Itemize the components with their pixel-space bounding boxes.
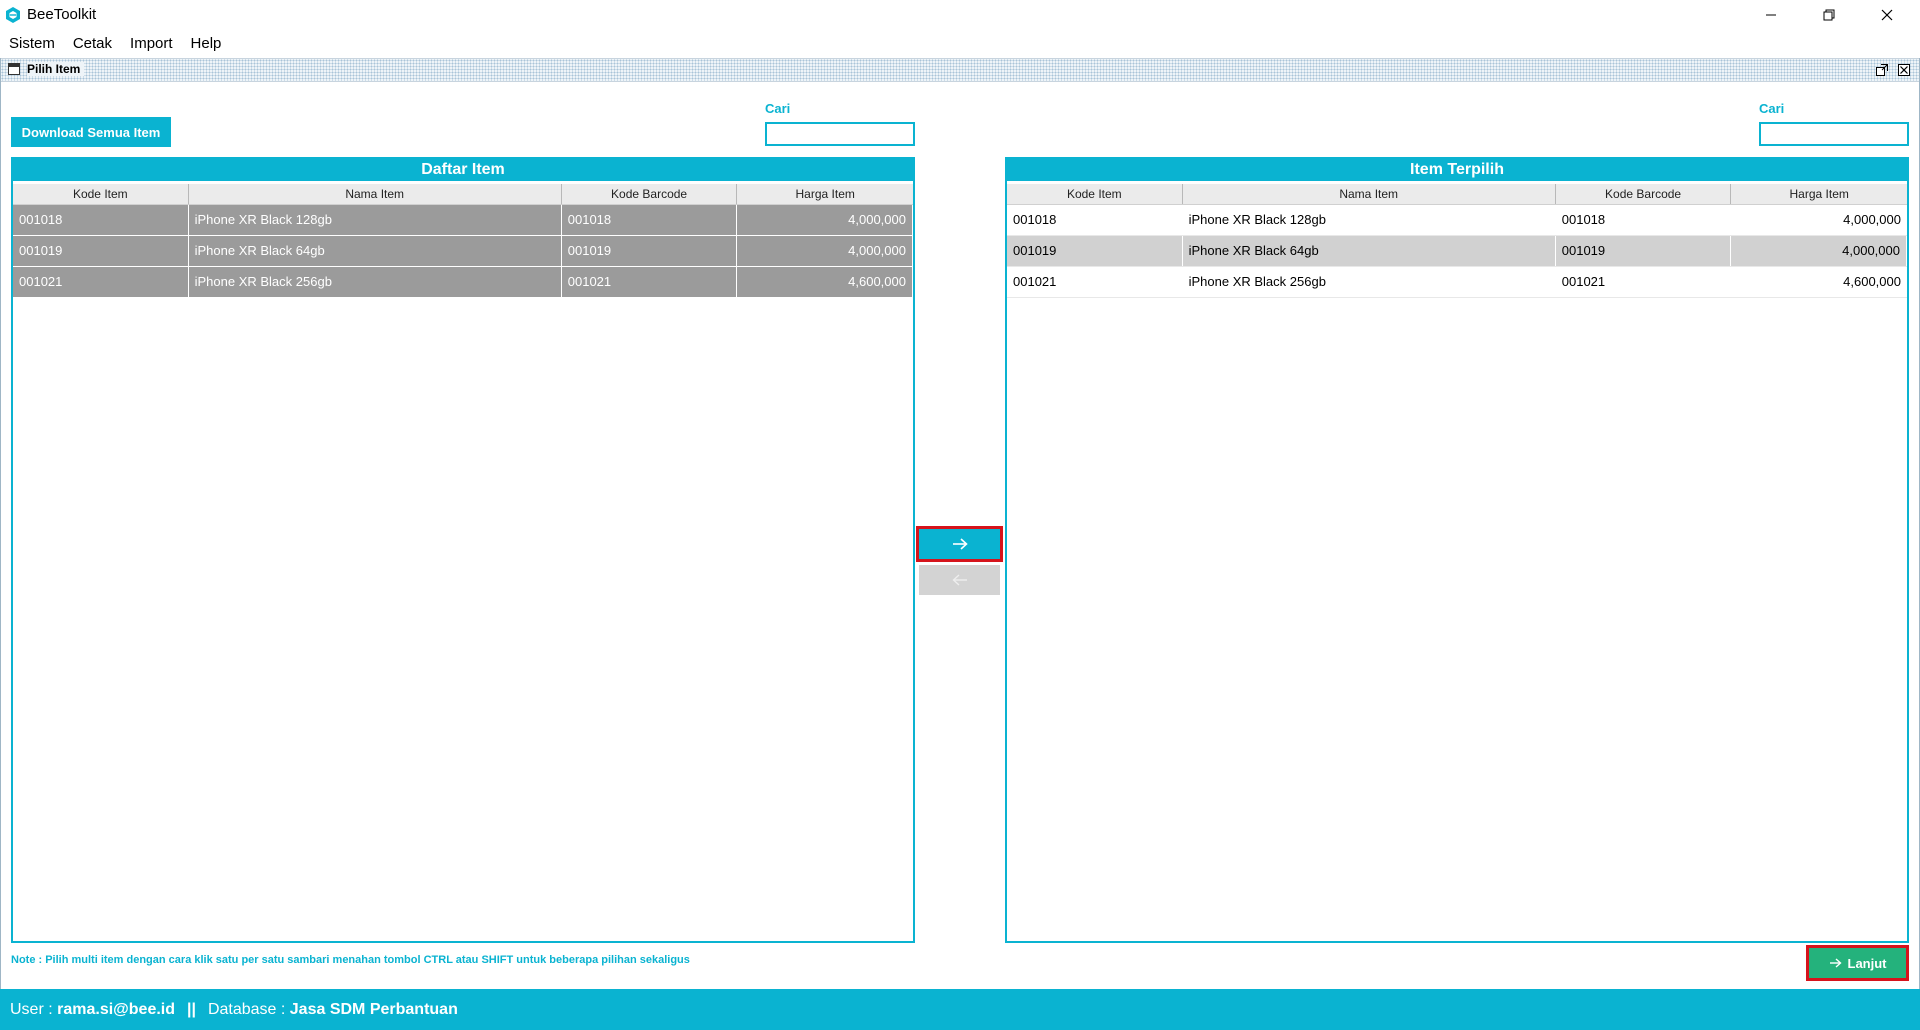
search-left-input[interactable]: [765, 122, 915, 146]
cell-harga: 4,000,000: [1731, 236, 1907, 266]
col-kode-barcode[interactable]: Kode Barcode: [1556, 184, 1732, 204]
cell-nama: iPhone XR Black 64gb: [1183, 236, 1556, 266]
cell-barcode: 001018: [1561, 212, 1606, 227]
menu-cetak[interactable]: Cetak: [64, 35, 121, 52]
daftar-item-panel: Daftar Item Kode Item Nama Item Kode Bar…: [11, 157, 915, 943]
add-selected-button[interactable]: [916, 526, 1003, 562]
close-button[interactable]: [1859, 0, 1915, 30]
menu-bar: Sistem Cetak Import Help: [0, 30, 1920, 57]
cell-harga: 4,000,000: [737, 205, 913, 235]
daftar-item-header: Kode Item Nama Item Kode Barcode Harga I…: [13, 184, 913, 205]
cell-kode: 001018: [1013, 212, 1057, 227]
search-right-input[interactable]: [1759, 122, 1909, 146]
multi-select-note: Note : Pilih multi item dengan cara klik…: [11, 954, 690, 966]
table-row[interactable]: 001018 iPhone XR Black 128gb 001018 4,00…: [13, 205, 913, 236]
table-row[interactable]: 001019 iPhone XR Black 64gb 001019 4,000…: [13, 236, 913, 267]
arrow-right-icon: [952, 538, 968, 550]
status-separator: ||: [187, 1000, 196, 1018]
restore-button[interactable]: [1801, 0, 1857, 30]
menu-sistem[interactable]: Sistem: [0, 35, 64, 52]
cell-barcode: 001019: [562, 236, 738, 266]
bee-logo-icon: [6, 7, 20, 23]
cell-harga: 4,000,000: [737, 236, 913, 266]
status-bar: User : rama.si@bee.id || Database : Jasa…: [0, 989, 1920, 1030]
cell-kode: 001021: [13, 267, 189, 297]
cell-nama: iPhone XR Black 128gb: [1188, 212, 1326, 227]
menu-import[interactable]: Import: [121, 35, 182, 52]
maximize-frame-icon[interactable]: [1875, 63, 1889, 77]
cell-harga: 4,000,000: [1843, 212, 1901, 227]
cell-kode: 001021: [1013, 274, 1057, 289]
restore-icon: [1823, 9, 1835, 21]
col-nama-item[interactable]: Nama Item: [1183, 184, 1556, 204]
table-row[interactable]: 001021 iPhone XR Black 256gb 001021 4,60…: [1007, 267, 1907, 298]
cell-barcode: 001019: [1556, 236, 1732, 266]
search-right-label: Cari: [1759, 101, 1785, 116]
status-user-value: rama.si@bee.id: [57, 1000, 175, 1018]
internal-frame-header: Pilih Item: [1, 58, 1919, 82]
lanjut-button[interactable]: Lanjut: [1806, 945, 1909, 981]
search-left-label: Cari: [765, 101, 791, 116]
cell-kode: 001019: [1007, 236, 1183, 266]
frame-title: Pilih Item: [27, 62, 85, 76]
app-title: BeeToolkit: [27, 6, 97, 23]
cell-nama: iPhone XR Black 128gb: [189, 205, 562, 235]
col-kode-item[interactable]: Kode Item: [13, 184, 189, 204]
col-harga-item[interactable]: Harga Item: [737, 184, 913, 204]
item-terpilih-title: Item Terpilih: [1007, 159, 1907, 181]
col-nama-item[interactable]: Nama Item: [189, 184, 562, 204]
remove-selected-button[interactable]: [919, 565, 1000, 595]
minimize-button[interactable]: [1743, 0, 1799, 30]
cell-barcode: 001018: [562, 205, 738, 235]
cell-kode: 001018: [13, 205, 189, 235]
arrow-right-icon: [1829, 958, 1842, 968]
close-frame-icon[interactable]: [1897, 63, 1911, 77]
cell-barcode: 001021: [562, 267, 738, 297]
status-user-label: User :: [10, 1000, 58, 1018]
cell-nama: iPhone XR Black 256gb: [189, 267, 562, 297]
status-db-value: Jasa SDM Perbantuan: [289, 1000, 458, 1018]
col-harga-item[interactable]: Harga Item: [1731, 184, 1907, 204]
table-row[interactable]: 001018 iPhone XR Black 128gb 001018 4,00…: [1007, 205, 1907, 236]
item-terpilih-header: Kode Item Nama Item Kode Barcode Harga I…: [1007, 184, 1907, 205]
col-kode-barcode[interactable]: Kode Barcode: [562, 184, 738, 204]
arrow-left-icon: [951, 574, 967, 586]
cell-harga: 4,600,000: [737, 267, 913, 297]
col-kode-item[interactable]: Kode Item: [1007, 184, 1183, 204]
download-all-items-button[interactable]: Download Semua Item: [11, 117, 171, 147]
status-db-label: Database :: [207, 1000, 290, 1018]
lanjut-label: Lanjut: [1847, 955, 1887, 971]
table-row[interactable]: 001021 iPhone XR Black 256gb 001021 4,60…: [13, 267, 913, 298]
cell-harga: 4,600,000: [1843, 274, 1901, 289]
cell-kode: 001019: [13, 236, 189, 266]
item-terpilih-panel: Item Terpilih Kode Item Nama Item Kode B…: [1005, 157, 1909, 943]
frame-border-left: [0, 58, 1, 989]
table-row[interactable]: 001019 iPhone XR Black 64gb 001019 4,000…: [1007, 236, 1907, 267]
cell-nama: iPhone XR Black 64gb: [189, 236, 562, 266]
cell-nama: iPhone XR Black 256gb: [1188, 274, 1326, 289]
menu-help[interactable]: Help: [182, 35, 231, 52]
title-bar: BeeToolkit: [0, 0, 1920, 30]
minimize-icon: [1766, 14, 1776, 16]
daftar-item-title: Daftar Item: [13, 159, 913, 181]
cell-barcode: 001021: [1561, 274, 1606, 289]
close-icon: [1881, 9, 1893, 21]
window-icon: [8, 63, 20, 75]
